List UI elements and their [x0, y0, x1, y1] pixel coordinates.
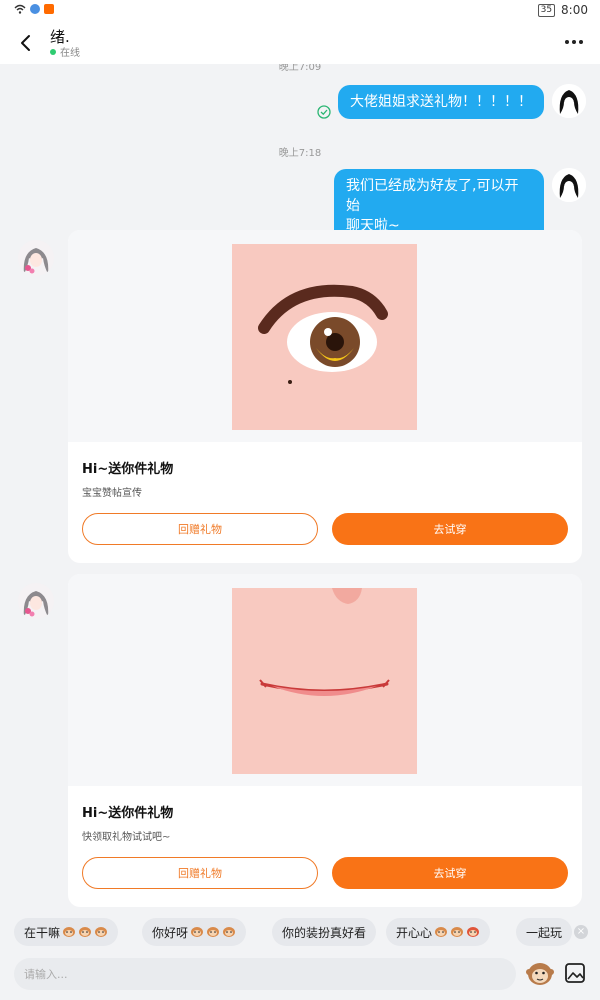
monkey-emoji-icon [95, 927, 108, 937]
message-input[interactable] [14, 958, 516, 990]
return-gift-button[interactable]: 回赠礼物 [82, 513, 318, 545]
gift-card-title: Hi~送你件礼物 [82, 806, 174, 821]
self-avatar[interactable] [552, 84, 586, 118]
gift-card-subtitle: 宝宝赞帖宣传 [82, 488, 142, 499]
image-button[interactable] [562, 960, 588, 986]
contact-avatar[interactable] [18, 240, 54, 276]
gift-preview-image[interactable] [232, 588, 417, 774]
status-right: 35 8:00 [537, 3, 588, 17]
try-on-label: 去试穿 [433, 523, 467, 536]
more-dot-icon [572, 40, 576, 44]
app-notification-icon [30, 4, 40, 14]
monkey-emoji-icon [63, 927, 76, 937]
gift-card[interactable]: Hi~送你件礼物 快领取礼物试试吧~ 回赠礼物 去试穿 [68, 574, 582, 907]
monkey-emoji-icon [435, 927, 448, 937]
try-on-button[interactable]: 去试穿 [332, 513, 568, 545]
status-icons [14, 4, 54, 14]
message-text: 我们已经成为好友了,可以开始 [346, 178, 519, 214]
close-icon: × [576, 926, 586, 937]
status-bar: 35 8:00 [0, 0, 600, 22]
quick-reply-label: 在干嘛 [24, 925, 61, 940]
online-status: 在线 [50, 44, 80, 59]
more-dot-icon [579, 40, 583, 44]
gift-preview-image[interactable] [232, 244, 417, 430]
avatar-image [18, 240, 54, 276]
monkey-emoji-icon [191, 927, 204, 937]
outgoing-message-bubble[interactable]: 大佬姐姐求送礼物！！！！！ [338, 85, 544, 119]
image-icon [565, 963, 585, 983]
quick-reply-chip[interactable]: 开心心 [386, 918, 491, 946]
chat-header: 绪. 在线 [0, 22, 600, 64]
anime-lips-image [232, 588, 417, 774]
monkey-emoji-icon [207, 927, 220, 937]
quick-reply-bar: 在干嘛 你好呀 你的装扮真好看 开心心 一起玩 × [0, 908, 600, 956]
avatar-image [552, 84, 586, 118]
monkey-emoji-icon [451, 927, 464, 937]
monkey-sticker-icon [526, 963, 554, 985]
chat-area[interactable]: 晚上7:09 大佬姐姐求送礼物！！！！！ 晚上7:18 我们已经成为好友了,可以… [0, 64, 600, 908]
clock: 8:00 [561, 3, 588, 17]
battery-icon: 35 [537, 3, 556, 17]
sent-check-icon [317, 105, 331, 119]
online-dot-icon [50, 48, 56, 55]
try-on-button[interactable]: 去试穿 [332, 857, 568, 889]
message-timestamp: 晚上7:18 [278, 148, 322, 159]
quick-reply-label: 一起玩 [526, 925, 563, 940]
input-bar [0, 956, 600, 1000]
monkey-emoji-icon [467, 927, 480, 937]
monkey-emoji-icon [223, 927, 236, 937]
online-status-label: 在线 [60, 48, 80, 59]
return-gift-label: 回赠礼物 [178, 523, 222, 536]
quick-reply-chip[interactable]: 一起玩 [516, 918, 572, 946]
app-badge-icon [44, 4, 54, 14]
quick-reply-label: 你好呀 [152, 925, 189, 940]
message-text: 大佬姐姐求送礼物！！！！！ [350, 94, 532, 110]
close-quick-replies-button[interactable]: × [574, 925, 588, 939]
return-gift-button[interactable]: 回赠礼物 [82, 857, 318, 889]
avatar-image [18, 583, 54, 619]
gift-card-media [68, 574, 582, 786]
gift-card[interactable]: Hi~送你件礼物 宝宝赞帖宣传 回赠礼物 去试穿 [68, 230, 582, 563]
return-gift-label: 回赠礼物 [178, 867, 222, 880]
gift-card-media [68, 230, 582, 442]
chevron-left-icon [21, 35, 30, 51]
wifi-icon [14, 4, 26, 14]
gift-card-subtitle: 快领取礼物试试吧~ [82, 832, 171, 843]
anime-eye-image [232, 244, 417, 430]
quick-reply-label: 开心心 [396, 925, 433, 940]
quick-reply-chip[interactable]: 你的装扮真好看 [272, 918, 377, 946]
avatar-image [552, 168, 586, 202]
quick-reply-chip[interactable]: 在干嘛 [14, 918, 119, 946]
quick-reply-label: 你的装扮真好看 [282, 925, 367, 940]
contact-avatar[interactable] [18, 583, 54, 619]
self-avatar[interactable] [552, 168, 586, 202]
more-options-button[interactable] [562, 32, 586, 52]
back-button[interactable] [12, 30, 38, 56]
monkey-emoji-icon [79, 927, 92, 937]
gift-card-title: Hi~送你件礼物 [82, 462, 174, 477]
emoji-button[interactable] [526, 958, 554, 988]
message-timestamp: 晚上7:09 [278, 64, 322, 73]
try-on-label: 去试穿 [433, 867, 467, 880]
more-dot-icon [565, 40, 569, 44]
quick-reply-chip[interactable]: 你好呀 [142, 918, 247, 946]
